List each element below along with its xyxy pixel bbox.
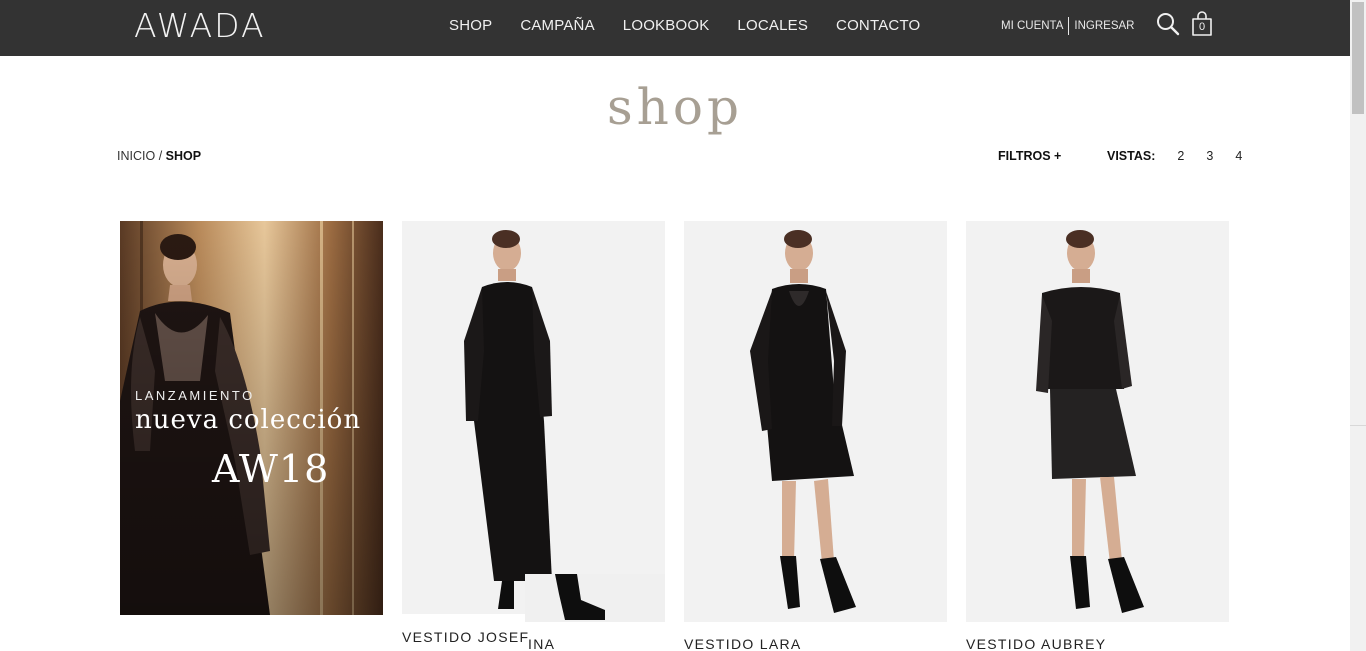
account-divider bbox=[1068, 17, 1070, 35]
product-card-aubrey[interactable]: VESTIDO AUBREY bbox=[966, 221, 1229, 651]
breadcrumb-current: SHOP bbox=[165, 149, 202, 163]
shopping-bag-icon[interactable]: 0 bbox=[1190, 10, 1214, 38]
product-image bbox=[966, 221, 1229, 622]
nav-locales[interactable]: LOCALES bbox=[737, 17, 808, 34]
account-links: MI CUENTA INGRESAR bbox=[1001, 17, 1134, 35]
nav-campana[interactable]: CAMPAÑA bbox=[520, 17, 594, 34]
my-account-link[interactable]: MI CUENTA bbox=[1001, 20, 1063, 32]
scrollbar-marker bbox=[1350, 425, 1366, 426]
scrollbar-thumb[interactable] bbox=[1352, 2, 1364, 114]
product-name: VESTIDO AUBREY bbox=[966, 636, 1107, 651]
breadcrumb: INICIO / SHOP bbox=[117, 149, 201, 163]
cart-count: 0 bbox=[1198, 21, 1206, 33]
nav-lookbook[interactable]: LOOKBOOK bbox=[623, 17, 710, 34]
product-card-lara[interactable]: VESTIDO LARA bbox=[684, 221, 947, 651]
promo-banner[interactable]: LANZAMIENTO nueva colección AW18 bbox=[120, 221, 383, 615]
product-card-josefina[interactable]: VESTIDO JOSEF INA bbox=[402, 221, 665, 651]
product-name: VESTIDO LARA bbox=[684, 636, 802, 651]
product-image-fragment bbox=[525, 574, 665, 622]
page-scrollbar[interactable] bbox=[1350, 0, 1366, 651]
page-title: shop bbox=[607, 78, 743, 136]
nav-contacto[interactable]: CONTACTO bbox=[836, 17, 920, 34]
search-icon[interactable] bbox=[1156, 12, 1180, 36]
product-image bbox=[684, 221, 947, 622]
filters-toggle[interactable]: FILTROS + bbox=[998, 149, 1061, 163]
view-2-columns[interactable]: 2 bbox=[1169, 149, 1192, 163]
grid-view-selector: VISTAS: 2 3 4 bbox=[1107, 149, 1250, 163]
product-name-part2: INA bbox=[528, 636, 556, 651]
brand-logo[interactable]: AWADA bbox=[134, 6, 266, 45]
views-label: VISTAS: bbox=[1107, 149, 1156, 163]
site-header: AWADA SHOP CAMPAÑA LOOKBOOK LOCALES CONT… bbox=[0, 0, 1350, 56]
breadcrumb-separator: / bbox=[158, 149, 163, 163]
breadcrumb-home[interactable]: INICIO bbox=[117, 149, 155, 163]
product-name-part1: VESTIDO JOSEF bbox=[402, 629, 530, 645]
promo-text: LANZAMIENTO nueva colección AW18 bbox=[120, 221, 383, 615]
promo-eyebrow: LANZAMIENTO bbox=[135, 388, 255, 403]
view-4-columns[interactable]: 4 bbox=[1227, 149, 1250, 163]
view-3-columns[interactable]: 3 bbox=[1198, 149, 1221, 163]
main-nav: SHOP CAMPAÑA LOOKBOOK LOCALES CONTACTO bbox=[449, 17, 948, 34]
promo-season: AW18 bbox=[212, 447, 330, 491]
product-image bbox=[402, 221, 665, 614]
nav-shop[interactable]: SHOP bbox=[449, 17, 492, 34]
login-link[interactable]: INGRESAR bbox=[1074, 20, 1134, 32]
promo-title: nueva colección bbox=[135, 405, 362, 435]
